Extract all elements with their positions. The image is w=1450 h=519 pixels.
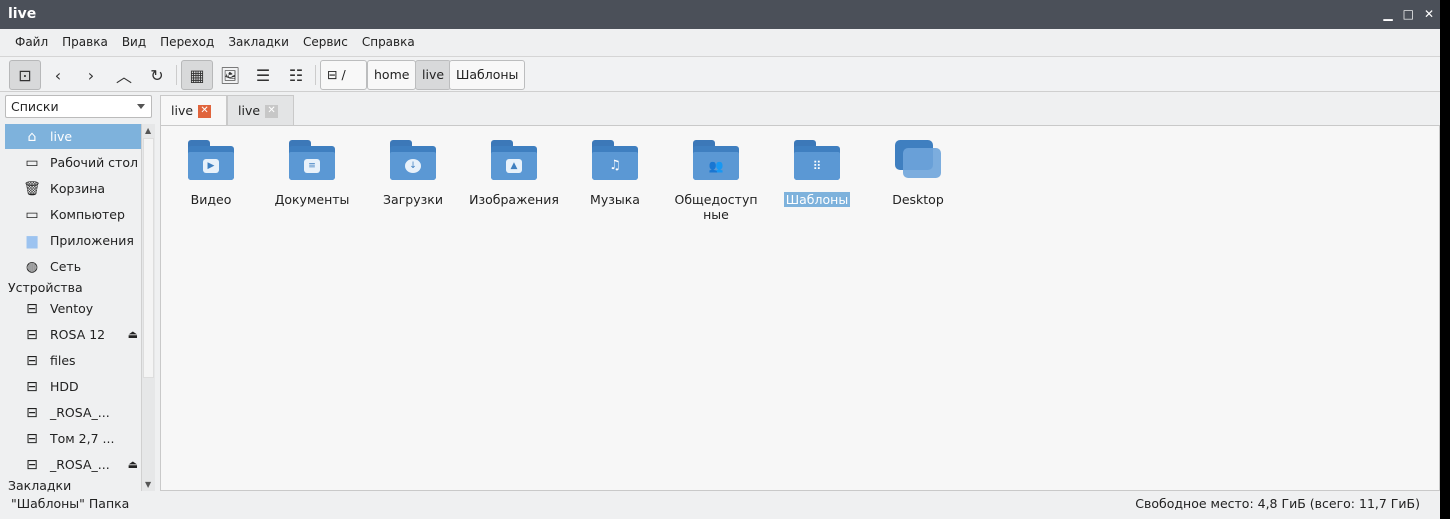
sidebar-item-applications[interactable]: ▆ Приложения (5, 228, 142, 253)
chevron-right-icon: › (87, 65, 95, 85)
drive-icon: ⊟ (26, 430, 38, 447)
menu-file[interactable]: Файл (8, 32, 55, 54)
breadcrumb-root[interactable]: ⊟ / (320, 60, 367, 90)
monitor-icon: ▭ (25, 206, 39, 223)
detail-view-button[interactable]: ☷ (280, 60, 312, 90)
image-icon: 🖼 (219, 65, 241, 85)
drive-icon: ⊟ (26, 326, 38, 343)
close-button[interactable]: ✕ (1424, 7, 1434, 21)
up-button[interactable]: ︿ (108, 60, 140, 90)
breadcrumb-live[interactable]: live (415, 60, 452, 90)
device-ventoy[interactable]: ⊟ Ventoy (5, 296, 142, 321)
folder-music-icon: ♫ (592, 140, 638, 180)
list-icon: ☰ (255, 65, 271, 85)
folder-pictures-icon: ▲ (491, 140, 537, 180)
side-pane-scrollbar[interactable]: ▲ ▼ (141, 124, 155, 491)
new-tab-button[interactable]: ⊡ (9, 60, 41, 90)
folder-documents-icon: ≡ (289, 140, 335, 180)
sidebar-item-home[interactable]: ⌂ live (5, 124, 142, 149)
close-tab-icon[interactable]: ✕ (265, 105, 279, 118)
chevron-up-icon: ︿ (115, 67, 132, 86)
home-icon: ⌂ (27, 128, 37, 145)
close-tab-icon[interactable]: ✕ (198, 105, 212, 118)
folder-templates[interactable]: ⠿ Шаблоны (769, 140, 865, 207)
trash-icon: 🗑 (23, 180, 41, 197)
sidebar-item-computer[interactable]: ▭ Компьютер (5, 202, 142, 227)
tab-live-1[interactable]: live ✕ (160, 95, 227, 126)
eject-icon[interactable]: ⏏ (128, 328, 138, 341)
reload-button[interactable]: ↻ (141, 60, 173, 90)
device-files[interactable]: ⊟ files (5, 348, 142, 373)
breadcrumb-templates[interactable]: Шаблоны (449, 60, 526, 90)
detail-list-icon: ☷ (288, 65, 304, 85)
back-button[interactable]: ‹ (42, 60, 74, 90)
drive-icon: ⊟ (26, 352, 38, 369)
title-bar: live ▁ □ ✕ (0, 0, 1440, 29)
compact-view-button[interactable]: ☰ (247, 60, 279, 90)
window-title: live (8, 6, 37, 22)
desktop-icon: ▭ (25, 154, 39, 171)
device-rosa12[interactable]: ⊟ ROSA 12 ⏏ (5, 322, 142, 347)
menu-view[interactable]: Вид (115, 32, 153, 54)
drive-icon: ⊟ (26, 404, 38, 421)
thumbnail-view-button[interactable]: 🖼 (214, 60, 246, 90)
folder-download-icon: ↓ (390, 140, 436, 180)
menu-go[interactable]: Переход (153, 32, 221, 54)
tab-live-2[interactable]: live ✕ (227, 95, 294, 125)
sidebar-item-desktop[interactable]: ▭ Рабочий стол (5, 150, 142, 175)
device-rosa-1[interactable]: ⊟ _ROSA_... (5, 400, 142, 425)
network-icon: ◍ (25, 258, 39, 275)
grid-icon: ▦ (189, 65, 205, 85)
menu-bookmarks[interactable]: Закладки (221, 32, 296, 54)
folder-music[interactable]: ♫ Музыка (567, 140, 663, 207)
eject-icon[interactable]: ⏏ (128, 458, 138, 471)
side-pane-mode-select[interactable]: Списки (5, 95, 152, 118)
folder-desktop[interactable]: Desktop (870, 140, 966, 207)
forward-button[interactable]: › (75, 60, 107, 90)
folder-downloads[interactable]: ↓ Загрузки (365, 140, 461, 207)
maximize-button[interactable]: □ (1403, 7, 1414, 21)
menu-edit[interactable]: Правка (55, 32, 115, 54)
device-volume[interactable]: ⊟ Том 2,7 ... (5, 426, 142, 451)
minimize-button[interactable]: ▁ (1383, 7, 1392, 21)
drive-icon: ⊟ (26, 378, 38, 395)
scroll-down-icon[interactable]: ▼ (145, 480, 151, 489)
drive-icon: ⊟ (327, 67, 342, 82)
toolbar: ⊡ ‹ › ︿ ↻ ▦ 🖼 ☰ ☷ ⊟ / home live Шаблоны (0, 56, 1440, 92)
breadcrumb-home[interactable]: home (367, 60, 417, 90)
icon-view-button[interactable]: ▦ (181, 60, 213, 90)
folder-documents[interactable]: ≡ Документы (264, 140, 360, 207)
status-selection: "Шаблоны" Папка (11, 496, 130, 511)
folder-public[interactable]: 👥 Общедоступные (668, 140, 764, 222)
sidebar-item-trash[interactable]: 🗑 Корзина (5, 176, 142, 201)
sidebar-item-network[interactable]: ◍ Сеть (5, 254, 142, 279)
menu-tools[interactable]: Сервис (296, 32, 355, 54)
drive-icon: ⊟ (26, 456, 38, 473)
side-pane: ⌂ live ▭ Рабочий стол 🗑 Корзина ▭ Компьютер … (5, 124, 155, 493)
status-free-space: Свободное место: 4,8 ГиБ (всего: 11,7 Ги… (1135, 496, 1420, 511)
device-hdd[interactable]: ⊟ HDD (5, 374, 142, 399)
menu-help[interactable]: Справка (355, 32, 422, 54)
file-manager-window: live ▁ □ ✕ Файл Правка Вид Переход Закладк… (0, 0, 1440, 519)
drive-icon: ⊟ (26, 300, 38, 317)
applications-icon: ▆ (26, 232, 38, 249)
bookmarks-header: Закладки (8, 478, 72, 493)
folder-pictures[interactable]: ▲ Изображения (466, 140, 562, 207)
folder-video-icon: ▶ (188, 140, 234, 180)
chevron-down-icon (137, 104, 145, 113)
folder-public-icon: 👥 (693, 140, 739, 180)
chevron-left-icon: ‹ (54, 65, 62, 85)
folder-videos[interactable]: ▶ Видео (163, 140, 259, 207)
scroll-up-icon[interactable]: ▲ (145, 126, 151, 135)
reload-icon: ↻ (150, 65, 164, 85)
file-view: ▶ Видео ≡ Документы ↓ Загрузки ▲ Изображения… (160, 125, 1440, 491)
device-rosa-2[interactable]: ⊟ _ROSA_... ⏏ (5, 452, 142, 477)
devices-header: Устройства (8, 280, 83, 295)
desktop-folder-icon (895, 140, 941, 180)
folder-templates-icon: ⠿ (794, 140, 840, 180)
status-bar: "Шаблоны" Папка Свободное место: 4,8 ГиБ… (0, 492, 1440, 519)
new-tab-icon: ⊡ (18, 65, 32, 85)
menu-bar: Файл Правка Вид Переход Закладки Сервис … (0, 32, 422, 54)
